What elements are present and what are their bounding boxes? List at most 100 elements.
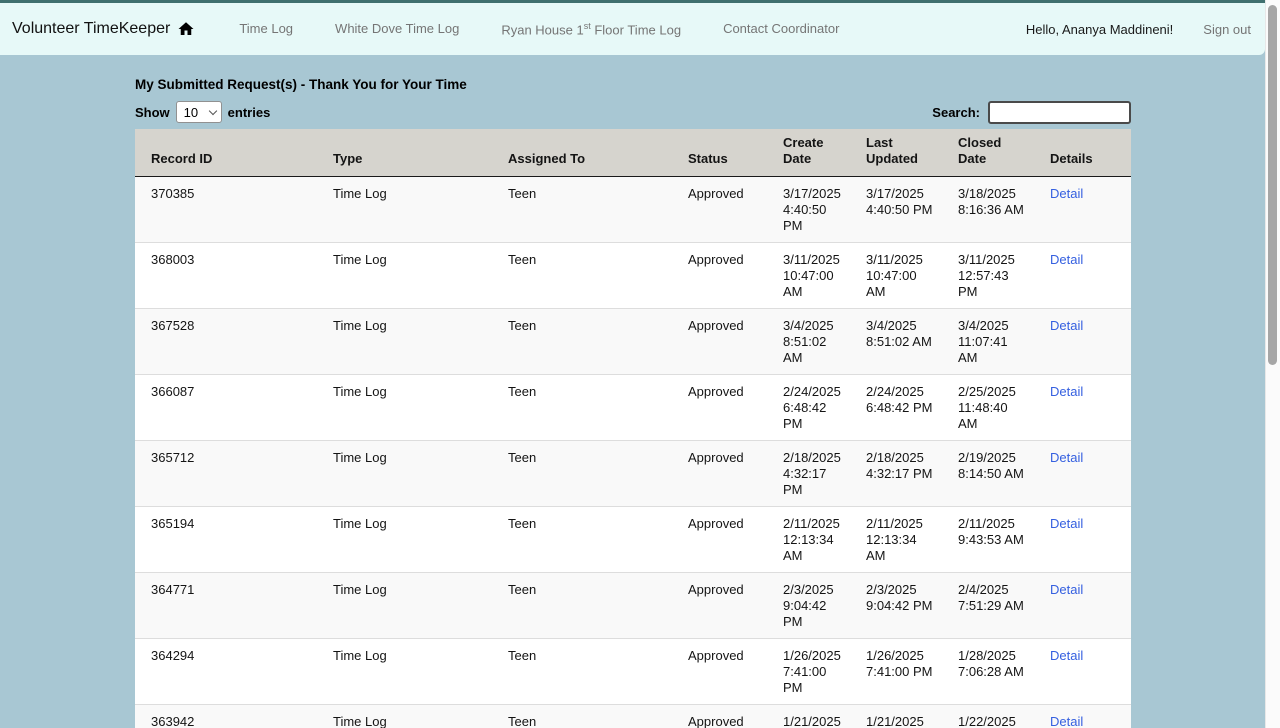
- detail-link[interactable]: Detail: [1050, 186, 1083, 201]
- cell-closed-date: 2/4/2025 7:51:29 AM: [942, 573, 1034, 639]
- cell-closed-date: 2/25/2025 11:48:40 AM: [942, 375, 1034, 441]
- table-row: 367528 Time Log Teen Approved 3/4/2025 8…: [135, 309, 1131, 375]
- cell-create-date: 2/11/2025 12:13:34 AM: [767, 507, 850, 573]
- search-label: Search:: [932, 105, 980, 120]
- cell-assigned-to: Teen: [492, 375, 672, 441]
- cell-create-date: 3/17/2025 4:40:50 PM: [767, 177, 850, 243]
- cell-status: Approved: [672, 705, 767, 728]
- cell-closed-date: 3/11/2025 12:57:43 PM: [942, 243, 1034, 309]
- cell-assigned-to: Teen: [492, 441, 672, 507]
- main-content: My Submitted Request(s) - Thank You for …: [135, 77, 1131, 728]
- cell-details: Detail: [1034, 507, 1131, 573]
- table-row: 363942 Time Log Teen Approved 1/21/2025 …: [135, 705, 1131, 728]
- page-size-select[interactable]: 10: [176, 101, 222, 123]
- table-body: 370385 Time Log Teen Approved 3/17/2025 …: [135, 177, 1131, 728]
- cell-details: Detail: [1034, 705, 1131, 728]
- cell-assigned-to: Teen: [492, 309, 672, 375]
- cell-last-updated: 2/3/2025 9:04:42 PM: [850, 573, 942, 639]
- cell-closed-date: 1/22/2025 12:16:33 PM: [942, 705, 1034, 728]
- nav-item-time-log[interactable]: Time Log: [239, 21, 293, 36]
- page-size-select-wrap: 10: [176, 101, 222, 123]
- page-title: My Submitted Request(s) - Thank You for …: [135, 77, 1131, 92]
- vertical-scrollbar[interactable]: [1265, 0, 1280, 728]
- cell-create-date: 2/18/2025 4:32:17 PM: [767, 441, 850, 507]
- detail-link[interactable]: Detail: [1050, 252, 1083, 267]
- cell-status: Approved: [672, 441, 767, 507]
- cell-details: Detail: [1034, 375, 1131, 441]
- cell-last-updated: 1/26/2025 7:41:00 PM: [850, 639, 942, 705]
- cell-type: Time Log: [317, 375, 492, 441]
- cell-status: Approved: [672, 309, 767, 375]
- cell-last-updated: 1/21/2025 4:15:15 PM: [850, 705, 942, 728]
- cell-closed-date: 2/11/2025 9:43:53 AM: [942, 507, 1034, 573]
- cell-details: Detail: [1034, 573, 1131, 639]
- sign-out-link[interactable]: Sign out: [1203, 22, 1251, 37]
- cell-record-id: 370385: [135, 177, 317, 243]
- scrollbar-thumb[interactable]: [1268, 5, 1277, 365]
- column-header-details[interactable]: Details: [1034, 129, 1131, 177]
- cell-type: Time Log: [317, 441, 492, 507]
- detail-link[interactable]: Detail: [1050, 714, 1083, 728]
- detail-link[interactable]: Detail: [1050, 582, 1083, 597]
- cell-closed-date: 3/4/2025 11:07:41 AM: [942, 309, 1034, 375]
- cell-last-updated: 3/4/2025 8:51:02 AM: [850, 309, 942, 375]
- brand-label: Volunteer TimeKeeper: [12, 20, 170, 38]
- cell-status: Approved: [672, 639, 767, 705]
- cell-last-updated: 3/17/2025 4:40:50 PM: [850, 177, 942, 243]
- app-brand[interactable]: Volunteer TimeKeeper: [12, 20, 195, 38]
- cell-type: Time Log: [317, 705, 492, 728]
- table-row: 364771 Time Log Teen Approved 2/3/2025 9…: [135, 573, 1131, 639]
- cell-type: Time Log: [317, 309, 492, 375]
- cell-assigned-to: Teen: [492, 507, 672, 573]
- cell-last-updated: 3/11/2025 10:47:00 AM: [850, 243, 942, 309]
- cell-closed-date: 1/28/2025 7:06:28 AM: [942, 639, 1034, 705]
- page-length-control: Show 10 entries: [135, 101, 270, 123]
- detail-link[interactable]: Detail: [1050, 450, 1083, 465]
- column-header-status[interactable]: Status: [672, 129, 767, 177]
- detail-link[interactable]: Detail: [1050, 318, 1083, 333]
- search-input[interactable]: [988, 101, 1131, 124]
- nav-item-contact-coordinator[interactable]: Contact Coordinator: [723, 21, 839, 36]
- cell-status: Approved: [672, 573, 767, 639]
- cell-assigned-to: Teen: [492, 573, 672, 639]
- column-header-assigned-to[interactable]: Assigned To: [492, 129, 672, 177]
- nav-item-white-dove-time-log[interactable]: White Dove Time Log: [335, 21, 459, 36]
- detail-link[interactable]: Detail: [1050, 384, 1083, 399]
- column-header-type[interactable]: Type: [317, 129, 492, 177]
- cell-record-id: 365712: [135, 441, 317, 507]
- detail-link[interactable]: Detail: [1050, 516, 1083, 531]
- column-header-record-id[interactable]: Record ID: [135, 129, 317, 177]
- cell-record-id: 364771: [135, 573, 317, 639]
- cell-record-id: 364294: [135, 639, 317, 705]
- column-header-last-updated[interactable]: Last Updated: [850, 129, 942, 177]
- show-label: Show: [135, 105, 170, 120]
- cell-type: Time Log: [317, 507, 492, 573]
- table-controls: Show 10 entries Search:: [135, 100, 1131, 124]
- column-header-closed-date[interactable]: Closed Date: [942, 129, 1034, 177]
- cell-closed-date: 2/19/2025 8:14:50 AM: [942, 441, 1034, 507]
- cell-create-date: 2/24/2025 6:48:42 PM: [767, 375, 850, 441]
- cell-record-id: 366087: [135, 375, 317, 441]
- navbar: Volunteer TimeKeeper Time Log White Dove…: [0, 3, 1265, 55]
- cell-record-id: 365194: [135, 507, 317, 573]
- table-header: Record ID Type Assigned To Status Create…: [135, 129, 1131, 177]
- cell-create-date: 1/21/2025 4:15:15 PM: [767, 705, 850, 728]
- cell-details: Detail: [1034, 441, 1131, 507]
- cell-last-updated: 2/24/2025 6:48:42 PM: [850, 375, 942, 441]
- nav-item-ryan-house-time-log[interactable]: Ryan House 1st Floor Time Log: [501, 21, 681, 37]
- cell-details: Detail: [1034, 243, 1131, 309]
- cell-type: Time Log: [317, 243, 492, 309]
- cell-last-updated: 2/11/2025 12:13:34 AM: [850, 507, 942, 573]
- cell-record-id: 367528: [135, 309, 317, 375]
- cell-type: Time Log: [317, 573, 492, 639]
- cell-create-date: 1/26/2025 7:41:00 PM: [767, 639, 850, 705]
- entries-label: entries: [228, 105, 271, 120]
- table-row: 366087 Time Log Teen Approved 2/24/2025 …: [135, 375, 1131, 441]
- detail-link[interactable]: Detail: [1050, 648, 1083, 663]
- cell-closed-date: 3/18/2025 8:16:36 AM: [942, 177, 1034, 243]
- cell-assigned-to: Teen: [492, 705, 672, 728]
- table-row: 370385 Time Log Teen Approved 3/17/2025 …: [135, 177, 1131, 243]
- search-control: Search:: [932, 101, 1131, 124]
- column-header-create-date[interactable]: Create Date: [767, 129, 850, 177]
- table-row: 365712 Time Log Teen Approved 2/18/2025 …: [135, 441, 1131, 507]
